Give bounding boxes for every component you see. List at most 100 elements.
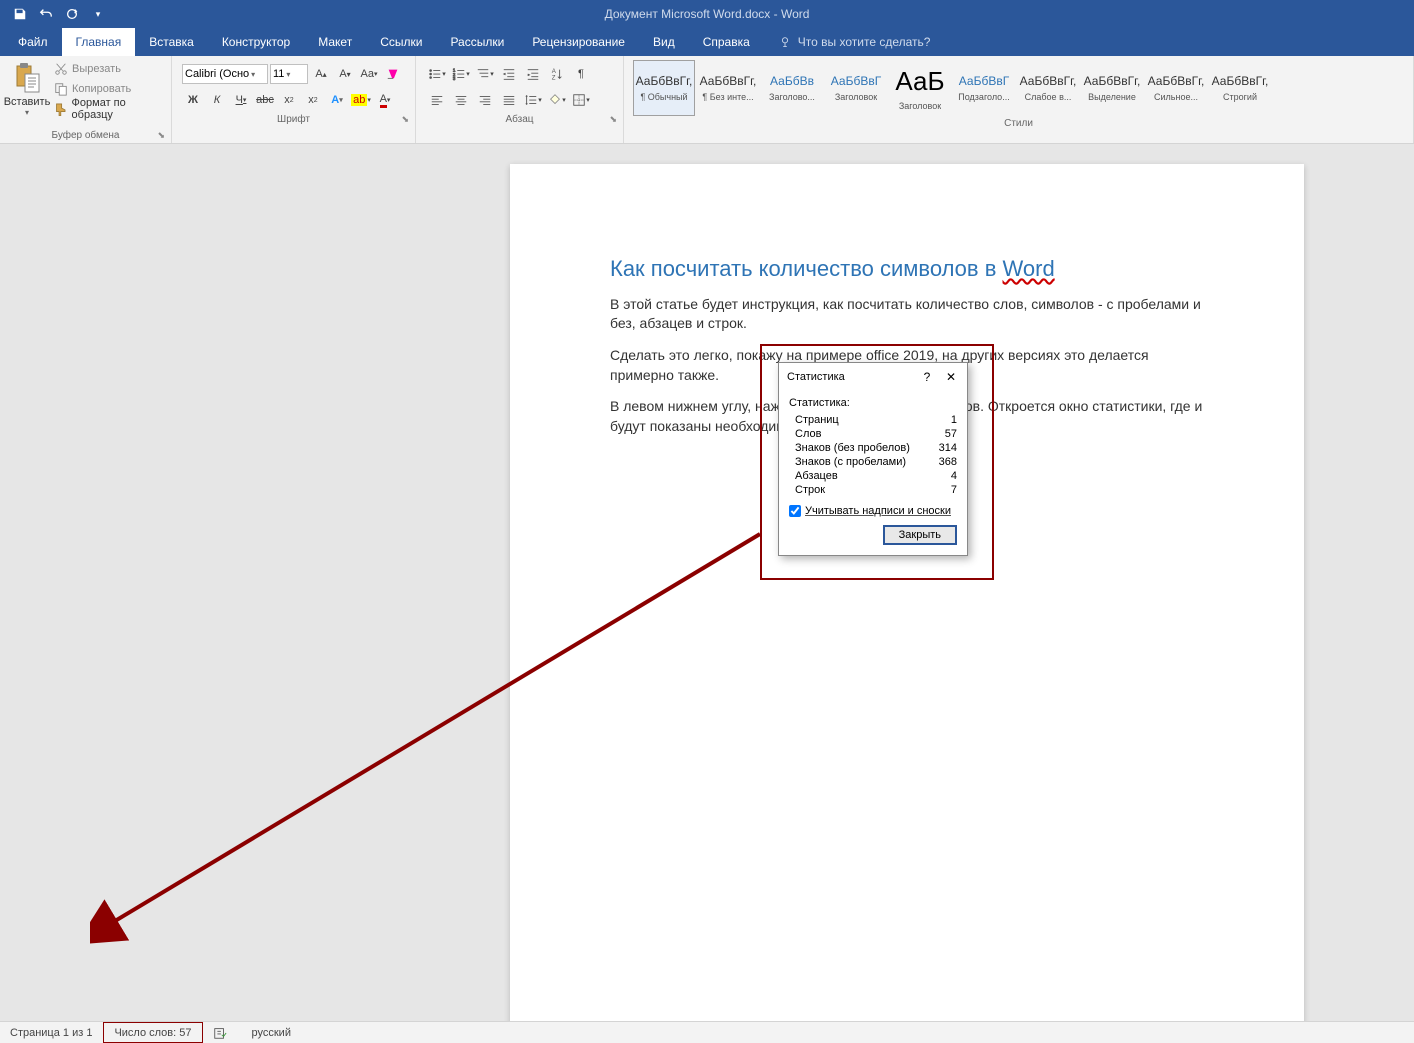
tab-mailings[interactable]: Рассылки bbox=[436, 28, 518, 56]
status-word-count[interactable]: Число слов: 57 bbox=[103, 1022, 202, 1043]
qat-customize-button[interactable]: ▾ bbox=[86, 2, 110, 26]
group-paragraph-label: Абзац bbox=[505, 114, 533, 125]
highlight-button[interactable]: ab▾ bbox=[350, 89, 372, 111]
ribbon: Вставить ▾ Вырезать Копировать Формат по… bbox=[0, 56, 1414, 144]
style-item-8[interactable]: АаБбВвГг,Сильное... bbox=[1145, 60, 1207, 116]
quick-access-toolbar: ▾ bbox=[0, 2, 110, 26]
numbering-button[interactable]: 123▾ bbox=[450, 63, 472, 85]
tell-me-search[interactable]: Что вы хотите сделать? bbox=[764, 28, 945, 56]
tab-insert[interactable]: Вставка bbox=[135, 28, 208, 56]
undo-button[interactable] bbox=[34, 2, 58, 26]
dialog-close-button[interactable]: Закрыть bbox=[883, 525, 957, 545]
group-styles-label: Стили bbox=[1004, 118, 1033, 129]
clipboard-launcher[interactable]: ⬊ bbox=[157, 130, 165, 141]
shading-button[interactable]: ▾ bbox=[546, 89, 568, 111]
document-area[interactable]: Как посчитать количество символов в Word… bbox=[0, 144, 1414, 1021]
italic-button[interactable]: К bbox=[206, 89, 228, 111]
style-item-7[interactable]: АаБбВвГг,Выделение bbox=[1081, 60, 1143, 116]
statusbar: Страница 1 из 1 Число слов: 57 русский bbox=[0, 1021, 1414, 1043]
tab-file[interactable]: Файл bbox=[4, 28, 62, 56]
tab-review[interactable]: Рецензирование bbox=[518, 28, 639, 56]
group-font: Calibri (Осно▾ 11▾ A▴ A▾ Aa▾ Ж К Ч▾ abc … bbox=[172, 56, 416, 143]
borders-button[interactable]: ▾ bbox=[570, 89, 592, 111]
group-styles: АаБбВвГг,¶ ОбычныйАаБбВвГг,¶ Без инте...… bbox=[624, 56, 1414, 143]
dialog-subheader: Статистика: bbox=[789, 397, 957, 409]
stat-row: Страниц1 bbox=[789, 413, 957, 427]
redo-button[interactable] bbox=[60, 2, 84, 26]
underline-button[interactable]: Ч▾ bbox=[230, 89, 252, 111]
stat-row: Слов57 bbox=[789, 427, 957, 441]
subscript-button[interactable]: x2 bbox=[278, 89, 300, 111]
group-paragraph: ▾ 123▾ ▾ AZ ¶ ▾ ▾ ▾ Абзац ⬊ bbox=[416, 56, 624, 143]
text-effects-button[interactable]: A▾ bbox=[326, 89, 348, 111]
dialog-title: Статистика bbox=[787, 371, 845, 383]
tab-view[interactable]: Вид bbox=[639, 28, 689, 56]
paste-icon bbox=[11, 60, 43, 96]
style-item-5[interactable]: АаБбВвГПодзаголо... bbox=[953, 60, 1015, 116]
style-item-1[interactable]: АаБбВвГг,¶ Без инте... bbox=[697, 60, 759, 116]
align-right-button[interactable] bbox=[474, 89, 496, 111]
tell-me-label: Что вы хотите сделать? bbox=[798, 35, 931, 49]
font-size-combo[interactable]: 11▾ bbox=[270, 64, 308, 84]
style-item-4[interactable]: АаБЗаголовок bbox=[889, 60, 951, 116]
line-spacing-button[interactable]: ▾ bbox=[522, 89, 544, 111]
group-clipboard: Вставить ▾ Вырезать Копировать Формат по… bbox=[0, 56, 172, 143]
strikethrough-button[interactable]: abc bbox=[254, 89, 276, 111]
status-language[interactable]: русский bbox=[242, 1022, 302, 1043]
stat-row: Абзацев4 bbox=[789, 469, 957, 483]
tab-references[interactable]: Ссылки bbox=[366, 28, 436, 56]
svg-text:Z: Z bbox=[552, 74, 556, 81]
show-marks-button[interactable]: ¶ bbox=[570, 63, 592, 85]
tab-layout[interactable]: Макет bbox=[304, 28, 366, 56]
style-item-3[interactable]: АаБбВвГЗаголовок bbox=[825, 60, 887, 116]
status-proofing[interactable] bbox=[203, 1022, 242, 1043]
style-item-9[interactable]: АаБбВвГг,Строгий bbox=[1209, 60, 1271, 116]
font-color-button[interactable]: A▾ bbox=[374, 89, 396, 111]
document-page: Как посчитать количество символов в Word… bbox=[510, 164, 1304, 1021]
sort-button[interactable]: AZ bbox=[546, 63, 568, 85]
align-left-button[interactable] bbox=[426, 89, 448, 111]
change-case-button[interactable]: Aa▾ bbox=[358, 63, 380, 85]
dialog-checkbox[interactable]: Учитывать надписи и сноски bbox=[789, 505, 957, 517]
font-name-combo[interactable]: Calibri (Осно▾ bbox=[182, 64, 268, 84]
decrease-indent-button[interactable] bbox=[498, 63, 520, 85]
stat-row: Знаков (без пробелов)314 bbox=[789, 441, 957, 455]
shrink-font-button[interactable]: A▾ bbox=[334, 63, 356, 85]
window-title: Документ Microsoft Word.docx - Word bbox=[605, 7, 810, 21]
bullets-button[interactable]: ▾ bbox=[426, 63, 448, 85]
justify-button[interactable] bbox=[498, 89, 520, 111]
stat-row: Строк7 bbox=[789, 483, 957, 497]
bold-button[interactable]: Ж bbox=[182, 89, 204, 111]
ribbon-tabs: Файл Главная Вставка Конструктор Макет С… bbox=[0, 28, 1414, 56]
increase-indent-button[interactable] bbox=[522, 63, 544, 85]
document-heading: Как посчитать количество символов в Word bbox=[610, 254, 1204, 285]
format-painter-button[interactable]: Формат по образцу bbox=[54, 100, 167, 118]
stat-row: Знаков (с пробелами)368 bbox=[789, 455, 957, 469]
tab-home[interactable]: Главная bbox=[62, 28, 136, 56]
tab-help[interactable]: Справка bbox=[689, 28, 764, 56]
font-launcher[interactable]: ⬊ bbox=[401, 114, 409, 125]
paste-button[interactable]: Вставить ▾ bbox=[4, 58, 50, 128]
dialog-close-x-button[interactable]: ✕ bbox=[939, 367, 963, 387]
grow-font-button[interactable]: A▴ bbox=[310, 63, 332, 85]
style-item-0[interactable]: АаБбВвГг,¶ Обычный bbox=[633, 60, 695, 116]
superscript-button[interactable]: x2 bbox=[302, 89, 324, 111]
align-center-button[interactable] bbox=[450, 89, 472, 111]
cut-button[interactable]: Вырезать bbox=[54, 60, 167, 78]
style-item-2[interactable]: АаБбВвЗаголово... bbox=[761, 60, 823, 116]
dialog-checkbox-input[interactable] bbox=[789, 505, 801, 517]
tab-design[interactable]: Конструктор bbox=[208, 28, 304, 56]
titlebar: ▾ Документ Microsoft Word.docx - Word bbox=[0, 0, 1414, 28]
clear-formatting-button[interactable] bbox=[382, 63, 404, 85]
style-item-6[interactable]: АаБбВвГг,Слабое в... bbox=[1017, 60, 1079, 116]
save-button[interactable] bbox=[8, 2, 32, 26]
paragraph-launcher[interactable]: ⬊ bbox=[609, 114, 617, 125]
status-page[interactable]: Страница 1 из 1 bbox=[0, 1022, 103, 1043]
dialog-checkbox-label: Учитывать надписи и сноски bbox=[805, 505, 951, 517]
paste-label: Вставить bbox=[4, 96, 51, 108]
dialog-help-button[interactable]: ? bbox=[915, 367, 939, 387]
multilevel-list-button[interactable]: ▾ bbox=[474, 63, 496, 85]
group-font-label: Шрифт bbox=[277, 114, 310, 125]
copy-button[interactable]: Копировать bbox=[54, 80, 167, 98]
document-paragraph-1: В этой статье будет инструкция, как посч… bbox=[610, 295, 1204, 334]
